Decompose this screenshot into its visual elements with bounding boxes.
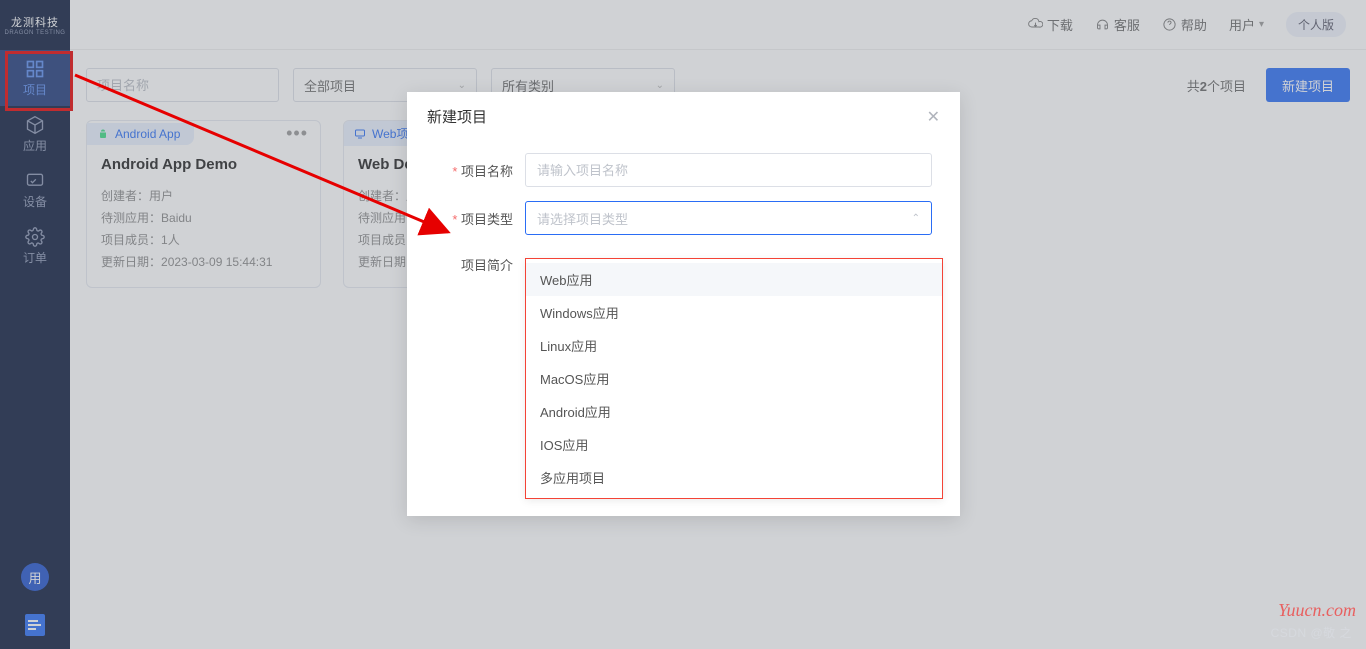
intro-label: 项目简介 xyxy=(435,249,525,274)
csdn-watermark: CSDN @敬 之 xyxy=(1271,624,1352,641)
modal-title: 新建项目 xyxy=(427,106,487,127)
close-icon[interactable]: ✕ xyxy=(927,107,940,127)
dropdown-option[interactable]: 多应用项目 xyxy=(526,461,942,494)
project-type-select[interactable]: 请选择项目类型 ⌃ xyxy=(525,201,932,235)
type-placeholder: 请选择项目类型 xyxy=(537,209,628,228)
dropdown-option[interactable]: MacOS应用 xyxy=(526,362,942,395)
dropdown-option[interactable]: Windows应用 xyxy=(526,296,942,329)
watermark: Yuucn.com xyxy=(1278,600,1356,621)
project-type-dropdown: Web应用 Windows应用 Linux应用 MacOS应用 Android应… xyxy=(525,258,943,499)
dropdown-option[interactable]: Android应用 xyxy=(526,395,942,428)
name-label: 项目名称 xyxy=(435,161,525,180)
modal-header: 新建项目 ✕ xyxy=(407,92,960,141)
dropdown-option[interactable]: Linux应用 xyxy=(526,329,942,362)
project-name-input[interactable] xyxy=(525,153,932,187)
dropdown-option[interactable]: IOS应用 xyxy=(526,428,942,461)
dropdown-option[interactable]: Web应用 xyxy=(526,263,942,296)
chevron-up-icon: ⌃ xyxy=(912,213,920,224)
type-label: 项目类型 xyxy=(435,209,525,228)
